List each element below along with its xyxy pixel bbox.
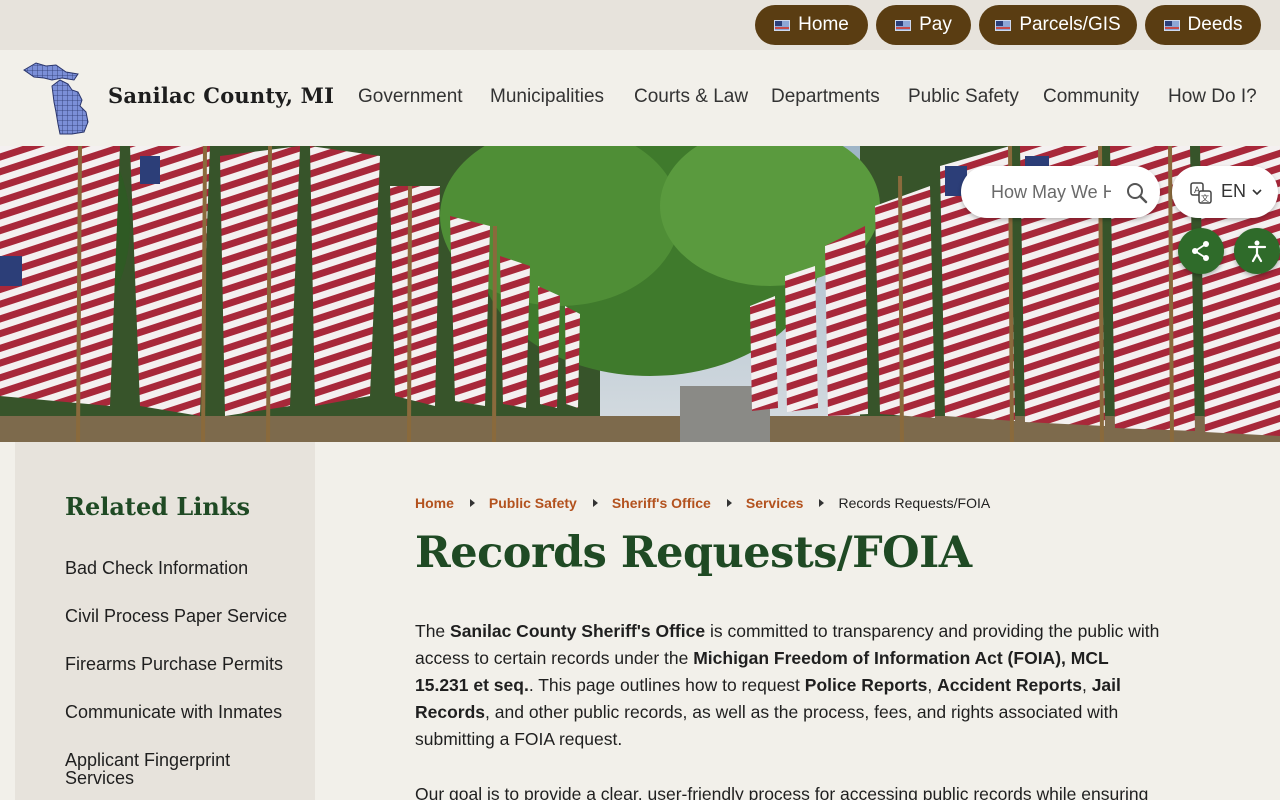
sidebar-title: Related Links — [65, 492, 250, 521]
utility-parcels-label: Parcels/GIS — [1019, 14, 1121, 35]
utility-home-button[interactable]: Home — [755, 5, 868, 45]
utility-pay-label: Pay — [919, 14, 952, 35]
intro-paragraph: The Sanilac County Sheriff's Office is c… — [415, 618, 1165, 753]
nav-community[interactable]: Community — [1043, 86, 1139, 108]
accessibility-button[interactable] — [1234, 228, 1280, 274]
flag-icon — [895, 19, 912, 31]
sidebar-link-bad-check[interactable]: Bad Check Information — [65, 559, 305, 577]
utility-bar: Home Pay Parcels/GIS Deeds — [0, 0, 1280, 50]
flag-icon — [774, 19, 791, 31]
intro-text: The — [415, 621, 451, 641]
breadcrumb-public-safety[interactable]: Public Safety — [489, 495, 577, 511]
breadcrumb-current: Records Requests/FOIA — [838, 495, 991, 511]
share-button[interactable] — [1178, 228, 1224, 274]
chevron-right-icon — [592, 499, 598, 507]
language-selector[interactable]: A 文 EN — [1172, 166, 1278, 218]
intro-bold-sheriffs-office: Sanilac County Sheriff's Office — [450, 621, 706, 641]
sidebar-link-fingerprint[interactable]: Applicant Fingerprint Services — [65, 751, 265, 787]
search-input[interactable] — [991, 179, 1111, 205]
search-icon[interactable] — [1126, 182, 1148, 204]
chevron-right-icon — [726, 499, 732, 507]
nav-courts-law[interactable]: Courts & Law — [634, 86, 748, 108]
sidebar-link-communicate-inmates[interactable]: Communicate with Inmates — [65, 703, 305, 721]
sidebar-link-civil-process[interactable]: Civil Process Paper Service — [65, 607, 305, 625]
breadcrumb-home[interactable]: Home — [415, 495, 454, 511]
utility-deeds-label: Deeds — [1187, 14, 1243, 35]
utility-parcels-button[interactable]: Parcels/GIS — [979, 5, 1137, 45]
intro-text: , — [1081, 675, 1092, 695]
intro-text: . This page outlines how to request — [528, 675, 805, 695]
accessibility-icon — [1247, 240, 1267, 263]
share-icon — [1192, 241, 1209, 261]
chevron-right-icon — [469, 499, 475, 507]
utility-deeds-button[interactable]: Deeds — [1145, 5, 1261, 45]
chevron-down-icon — [1252, 189, 1262, 196]
second-paragraph: Our goal is to provide a clear, user-fri… — [415, 784, 1149, 800]
sidebar-link-firearms-permits[interactable]: Firearms Purchase Permits — [65, 655, 305, 673]
chevron-right-icon — [819, 499, 825, 507]
intro-bold-accident-reports: Accident Reports — [937, 675, 1082, 695]
michigan-map-logo[interactable] — [22, 60, 90, 136]
site-header: Sanilac County, MI Government Municipali… — [0, 50, 1280, 146]
breadcrumb-services[interactable]: Services — [746, 495, 804, 511]
breadcrumb: Home Public Safety Sheriff's Office Serv… — [415, 494, 990, 512]
nav-departments[interactable]: Departments — [771, 86, 880, 108]
language-code: EN — [1221, 181, 1247, 201]
svg-text:文: 文 — [1201, 193, 1209, 203]
breadcrumb-sheriffs-office[interactable]: Sheriff's Office — [612, 495, 711, 511]
page-title: Records Requests/FOIA — [415, 528, 972, 578]
nav-public-safety[interactable]: Public Safety — [908, 86, 1019, 108]
site-search — [961, 166, 1160, 218]
related-links-sidebar: Related Links Bad Check Information Civi… — [15, 442, 315, 800]
utility-home-label: Home — [798, 14, 849, 35]
nav-government[interactable]: Government — [358, 86, 463, 108]
translate-icon: A 文 — [1190, 182, 1212, 204]
nav-how-do-i[interactable]: How Do I? — [1168, 86, 1257, 108]
flag-icon — [995, 19, 1012, 31]
utility-pay-button[interactable]: Pay — [876, 5, 971, 45]
site-name[interactable]: Sanilac County, MI — [108, 83, 334, 108]
nav-municipalities[interactable]: Municipalities — [490, 86, 604, 108]
intro-bold-police-reports: Police Reports — [804, 675, 928, 695]
intro-text: , and other public records, as well as t… — [415, 702, 1119, 749]
flag-icon — [1163, 19, 1180, 31]
intro-text: , — [927, 675, 938, 695]
